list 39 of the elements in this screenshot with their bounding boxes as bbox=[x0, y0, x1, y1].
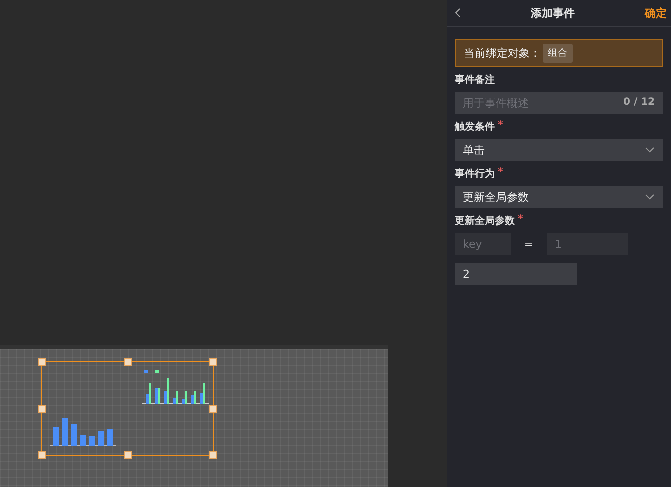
resize-handle[interactable] bbox=[209, 404, 217, 412]
confirm-button[interactable]: 确定 bbox=[645, 6, 667, 20]
chevron-down-icon bbox=[645, 194, 655, 200]
required-mark: * bbox=[498, 120, 504, 133]
resize-handle[interactable] bbox=[124, 358, 132, 366]
resize-handle[interactable] bbox=[38, 358, 46, 366]
binding-label: 当前绑定对象： bbox=[464, 46, 541, 60]
required-mark: * bbox=[498, 167, 504, 180]
binding-tag: 组合 bbox=[543, 44, 573, 62]
chart-bar bbox=[53, 427, 59, 446]
key-field[interactable]: key bbox=[455, 233, 511, 255]
chart-bar bbox=[89, 436, 95, 446]
field-label: 更新全局参数 bbox=[455, 214, 515, 228]
chart-bar bbox=[107, 429, 113, 446]
select-field[interactable]: 更新全局参数 bbox=[455, 186, 663, 208]
resize-handle[interactable] bbox=[209, 451, 217, 459]
value-field[interactable]: 1 bbox=[547, 233, 628, 255]
resize-handle[interactable] bbox=[38, 404, 46, 412]
chevron-down-icon bbox=[645, 147, 655, 153]
chart-bar bbox=[71, 424, 77, 446]
field-label: 触发条件 bbox=[455, 120, 495, 134]
field-label: 事件行为 bbox=[455, 168, 495, 181]
resize-handle[interactable] bbox=[209, 358, 217, 366]
legend-swatch bbox=[144, 370, 148, 373]
back-icon[interactable] bbox=[455, 8, 461, 18]
field-label: 事件备注 bbox=[455, 73, 495, 87]
resize-handle[interactable] bbox=[38, 451, 46, 459]
component-group[interactable] bbox=[41, 361, 214, 456]
chart-bar bbox=[80, 435, 86, 446]
chart-bar bbox=[98, 431, 104, 446]
chart-bar bbox=[62, 418, 68, 446]
required-mark: * bbox=[518, 214, 524, 227]
legend-swatch bbox=[155, 370, 159, 373]
char-counter: 0 / 12 bbox=[624, 97, 655, 108]
value-field[interactable]: 2 bbox=[455, 263, 577, 285]
select-field[interactable]: 单击 bbox=[455, 139, 663, 161]
panel-title: 添加事件 bbox=[531, 6, 575, 20]
resize-handle[interactable] bbox=[124, 451, 132, 459]
equals-sign: = bbox=[523, 238, 535, 250]
